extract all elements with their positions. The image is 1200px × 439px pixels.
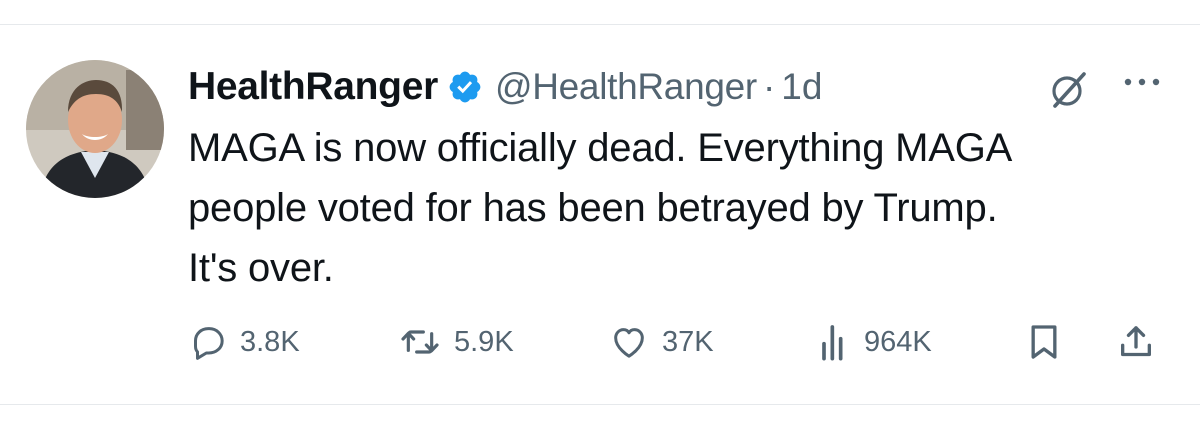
like-icon [614,328,644,358]
views-button[interactable]: 964K [816,318,932,366]
reply-count: 3.8K [240,325,300,358]
tweet-text: MAGA is now officially dead. Everything … [188,126,1013,290]
tweet-header: HealthRanger @HealthRanger · 1d [188,62,822,112]
verified-badge-icon [447,69,483,105]
view-count: 964K [864,325,932,358]
share-icon [1121,326,1151,357]
retweet-count: 5.9K [454,325,514,358]
bookmark-icon [1031,325,1057,359]
action-bar: 3.8K 5.9K 37K 964K [188,318,1178,366]
bookmark-button[interactable] [1026,318,1062,366]
more-options-icon[interactable] [1112,70,1172,94]
share-button[interactable] [1116,318,1156,366]
retweet-icon [401,330,439,354]
grok-icon[interactable] [1046,68,1090,112]
retweet-button[interactable]: 5.9K [398,318,514,366]
like-count: 37K [662,325,714,358]
author-name[interactable]: HealthRanger [188,65,438,109]
reply-button[interactable]: 3.8K [188,318,300,366]
bottom-divider [0,404,1200,405]
separator-dot: · [762,66,776,107]
top-divider [0,24,1200,25]
avatar-image [26,60,164,198]
avatar[interactable] [26,60,164,198]
timestamp[interactable]: 1d [781,66,822,108]
like-button[interactable]: 37K [608,318,714,366]
author-handle[interactable]: @HealthRanger [495,66,757,108]
views-icon [822,325,843,361]
reply-icon [194,327,224,360]
